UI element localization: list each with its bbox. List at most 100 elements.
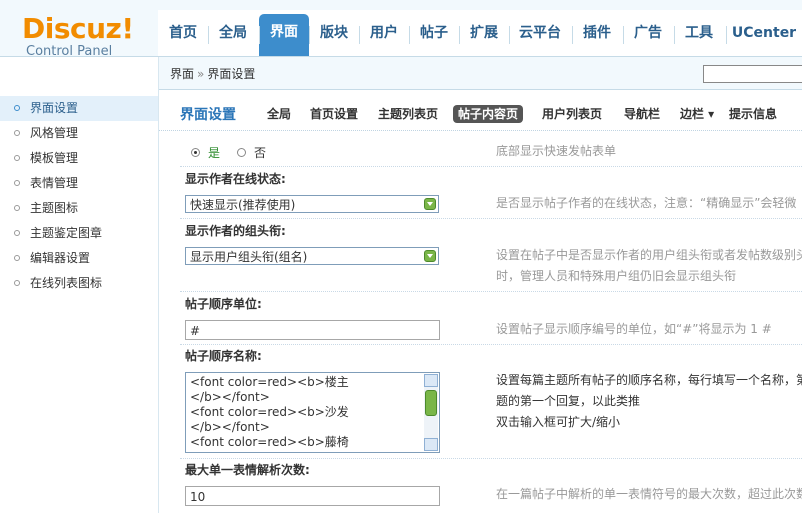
nav-item[interactable]: 全局 xyxy=(208,20,258,56)
quickpost-yes-radio[interactable] xyxy=(191,148,200,157)
nav-separator xyxy=(359,26,360,44)
nav-separator xyxy=(259,26,260,44)
settings-tab[interactable]: 帖子内容页 xyxy=(453,105,524,123)
sidebar-item-label: 模板管理 xyxy=(30,151,79,165)
group-title-desc-2: 时，管理人员和特殊用户组仍旧会显示组头衔 xyxy=(496,269,737,283)
bullet-icon xyxy=(14,255,20,261)
nav-separator xyxy=(309,26,310,44)
row-divider xyxy=(180,291,802,292)
post-unit-label: 帖子顺序单位: xyxy=(185,297,262,311)
nav-item[interactable]: 界面 xyxy=(259,14,309,56)
settings-tab[interactable]: 主题列表页 xyxy=(373,105,443,123)
nav-separator xyxy=(409,26,410,44)
nav-item[interactable]: 版块 xyxy=(309,20,359,56)
online-status-select[interactable]: 快速显示(推荐使用) xyxy=(185,195,439,213)
sidebar-item[interactable]: 模板管理 xyxy=(0,146,158,171)
breadcrumb-bar: 界面» 界面设置 xyxy=(159,57,802,90)
sidebar-item[interactable]: 主题图标 xyxy=(0,196,158,221)
settings-tab[interactable]: 全局 xyxy=(262,105,296,123)
post-names-line: <font color=red><b>沙发 xyxy=(190,405,349,419)
breadcrumb-link[interactable]: 界面 xyxy=(170,67,194,81)
post-names-line: <font color=red><b>楼主 xyxy=(190,375,349,389)
online-status-desc: 是否显示帖子作者的在线状态，注意：“精确显示”会轻微 xyxy=(496,196,797,210)
bullet-icon xyxy=(14,205,20,211)
post-unit-desc: 设置帖子显示顺序编号的单位，如“#”将显示为 1 # xyxy=(496,322,772,336)
nav-separator xyxy=(572,26,573,44)
post-unit-input[interactable]: # xyxy=(185,320,440,340)
group-title-select[interactable]: 显示用户组头衔(组名) xyxy=(185,247,439,265)
online-status-value: 快速显示(推荐使用) xyxy=(190,198,296,212)
settings-tab[interactable]: 首页设置 xyxy=(305,105,363,123)
sidebar-item[interactable]: 在线列表图标 xyxy=(0,271,158,296)
nav-item[interactable]: 用户 xyxy=(359,20,409,56)
bullet-icon xyxy=(14,155,20,161)
nav-item[interactable]: 扩展 xyxy=(459,20,509,56)
breadcrumb-separator: » xyxy=(197,67,205,81)
sidebar-item-label: 风格管理 xyxy=(30,126,79,140)
settings-tab[interactable]: 用户列表页 xyxy=(537,105,607,123)
settings-tab[interactable]: 边栏 ▾ xyxy=(675,105,719,123)
sidebar-item[interactable]: 表情管理 xyxy=(0,171,158,196)
settings-tab[interactable]: 导航栏 xyxy=(619,105,665,123)
post-names-label: 帖子顺序名称: xyxy=(185,349,262,363)
chevron-down-icon[interactable] xyxy=(424,250,436,262)
logo[interactable]: Discuz! Control Panel xyxy=(22,14,142,60)
nav-item[interactable]: UCenter xyxy=(726,20,802,56)
nav-item[interactable]: 工具 xyxy=(674,20,724,56)
sidebar-item[interactable]: 风格管理 xyxy=(0,121,158,146)
nav-separator xyxy=(459,26,460,44)
main-nav: 首页 全局 界面 版块 用户 帖子 扩展 云平台 插件 广告 工具 UCenter xyxy=(158,10,802,56)
post-names-line: </b></font> xyxy=(190,390,270,404)
bullet-icon xyxy=(14,280,20,286)
online-status-label: 显示作者在线状态: xyxy=(185,172,286,186)
post-names-line: <font color=red><b>藤椅 xyxy=(190,435,349,449)
nav-item[interactable]: 帖子 xyxy=(409,20,459,56)
nav-item[interactable]: 插件 xyxy=(572,20,622,56)
row-divider xyxy=(180,166,802,167)
quickpost-no-radio[interactable] xyxy=(237,148,246,157)
sidebar-item-label: 界面设置 xyxy=(30,101,79,115)
scroll-down-arrow-icon[interactable] xyxy=(424,438,438,451)
smiley-max-label: 最大单一表情解析次数: xyxy=(185,463,310,477)
bullet-icon xyxy=(14,105,20,111)
breadcrumb-current: 界面设置 xyxy=(207,67,256,81)
quickpost-no-label: 否 xyxy=(254,146,267,160)
row-divider xyxy=(180,458,802,459)
smiley-max-input[interactable]: 10 xyxy=(185,486,440,506)
nav-separator xyxy=(674,26,675,44)
settings-tab[interactable]: 提示信息 xyxy=(724,105,782,123)
sidebar-item[interactable]: 界面设置 xyxy=(0,96,158,121)
post-names-desc-2: 题的第一个回复，以此类推 xyxy=(496,394,641,408)
nav-separator xyxy=(623,26,624,44)
sidebar-item-label: 编辑器设置 xyxy=(30,251,91,265)
nav-separator xyxy=(208,26,209,44)
post-names-desc-3: 双击输入框可扩大/缩小 xyxy=(496,415,621,429)
sidebar-item-label: 在线列表图标 xyxy=(30,276,103,290)
nav-item[interactable]: 广告 xyxy=(623,20,673,56)
chevron-down-icon[interactable] xyxy=(424,198,436,210)
group-title-value: 显示用户组头衔(组名) xyxy=(190,250,308,264)
smiley-max-desc: 在一篇帖子中解析的单一表情符号的最大次数，超过此次数 xyxy=(496,487,802,501)
scroll-thumb[interactable] xyxy=(425,390,437,416)
bullet-icon xyxy=(14,130,20,136)
logo-brand: Discuz! xyxy=(22,12,134,45)
sidebar-item[interactable]: 编辑器设置 xyxy=(0,246,158,271)
quickpost-desc: 底部显示快速发帖表单 xyxy=(496,144,617,158)
textarea-scrollbar[interactable] xyxy=(424,374,438,451)
sidebar-item-label: 表情管理 xyxy=(30,176,79,190)
group-title-label: 显示作者的组头衔: xyxy=(185,224,286,238)
sidebar: 界面设置风格管理模板管理表情管理主题图标主题鉴定图章编辑器设置在线列表图标 xyxy=(0,57,159,513)
post-names-desc-1: 设置每篇主题所有帖子的顺序名称，每行填写一个名称，第 xyxy=(496,373,802,387)
group-title-desc-1: 设置在帖子中是否显示作者的用户组头衔或者发帖数级别头 xyxy=(496,248,802,262)
nav-item[interactable]: 首页 xyxy=(158,20,208,56)
sidebar-item[interactable]: 主题鉴定图章 xyxy=(0,221,158,246)
nav-item[interactable]: 云平台 xyxy=(509,20,571,56)
sidebar-item-label: 主题图标 xyxy=(30,201,79,215)
breadcrumb: 界面» 界面设置 xyxy=(170,65,255,82)
post-names-textarea[interactable]: <font color=red><b>楼主 </b></font> <font … xyxy=(185,372,440,453)
search-input[interactable] xyxy=(703,65,802,83)
nav-separator xyxy=(726,26,727,44)
bullet-icon xyxy=(14,180,20,186)
scroll-up-arrow-icon[interactable] xyxy=(424,374,438,387)
